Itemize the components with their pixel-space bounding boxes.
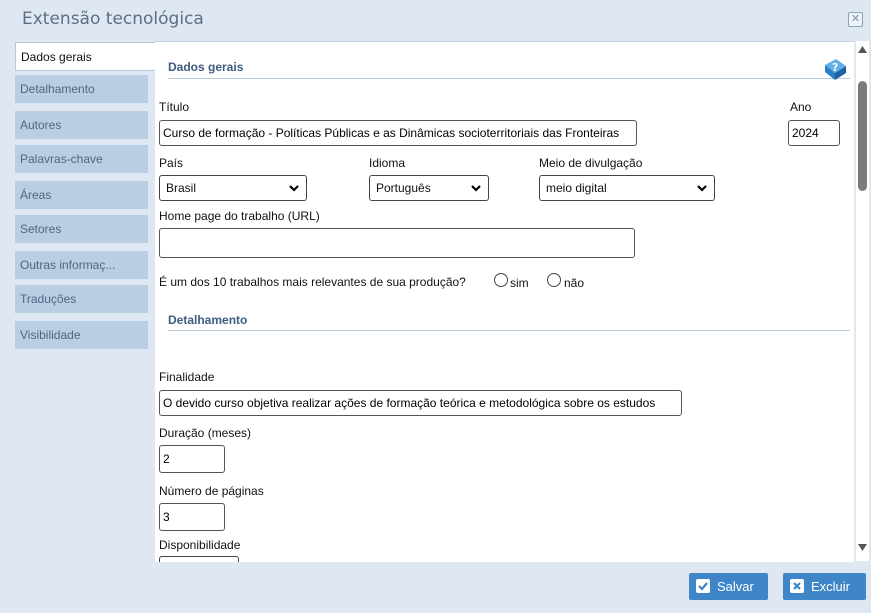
ano-input[interactable] (788, 120, 840, 146)
idioma-select[interactable]: Português (369, 175, 489, 201)
meio-divulgacao-select[interactable]: meio digital (539, 175, 715, 201)
meio-divulgacao-label: Meio de divulgação (539, 156, 643, 170)
vertical-scrollbar[interactable] (856, 41, 869, 561)
pais-selected-value: Brasil (166, 181, 197, 195)
check-icon (696, 579, 710, 593)
tab-detalhamento[interactable]: Detalhamento (15, 75, 148, 104)
form-content: Dados gerais ? Título Ano País Brasil Id… (155, 41, 854, 562)
tab-areas[interactable]: Áreas (15, 181, 148, 210)
paginas-input[interactable] (159, 503, 225, 531)
idioma-label: Idioma (369, 156, 406, 170)
delete-button[interactable]: Excluir (783, 573, 866, 600)
disponibilidade-label: Disponibilidade (159, 538, 241, 552)
chevron-down-icon (471, 185, 481, 192)
save-button[interactable]: Salvar (689, 573, 768, 600)
tab-autores[interactable]: Autores (15, 111, 148, 140)
duracao-label: Duração (meses) (159, 426, 252, 440)
chevron-down-icon (289, 185, 299, 192)
finalidade-input[interactable] (159, 390, 682, 416)
tab-outras-informacoes[interactable]: Outras informaç... (15, 251, 148, 280)
section-heading-dados-gerais: Dados gerais (168, 60, 244, 74)
finalidade-label: Finalidade (159, 370, 215, 384)
homepage-input[interactable] (159, 228, 635, 258)
idioma-selected-value: Português (376, 181, 431, 195)
pais-label: País (159, 156, 184, 170)
tab-traducoes[interactable]: Traduções (15, 285, 148, 314)
meio-divulgacao-selected-value: meio digital (546, 181, 607, 195)
scroll-up-icon[interactable] (857, 45, 868, 54)
tab-setores[interactable]: Setores (15, 215, 148, 244)
sim-radio[interactable] (494, 273, 508, 287)
tab-list: Dados gerais Detalhamento Autores Palavr… (12, 41, 156, 561)
scrollbar-thumb[interactable] (858, 81, 867, 191)
delete-button-label: Excluir (811, 579, 851, 594)
close-icon[interactable]: ✕ (848, 12, 863, 27)
section-divider (168, 330, 850, 331)
delete-x-icon (790, 579, 804, 593)
help-icon[interactable]: ? (822, 56, 848, 82)
svg-text:?: ? (832, 61, 838, 74)
tab-dados-gerais[interactable]: Dados gerais (15, 42, 156, 71)
ano-label: Ano (790, 100, 812, 114)
titulo-input[interactable] (159, 120, 637, 146)
footer-bar: Salvar Excluir (0, 562, 871, 613)
nao-radio[interactable] (547, 273, 561, 287)
window-title: Extensão tecnológica (22, 9, 204, 29)
tab-palavras-chave[interactable]: Palavras-chave (15, 145, 148, 174)
paginas-label: Número de páginas (159, 484, 264, 498)
chevron-down-icon (697, 185, 707, 192)
relevante-question: É um dos 10 trabalhos mais relevantes de… (159, 275, 466, 289)
pais-select[interactable]: Brasil (159, 175, 307, 201)
save-button-label: Salvar (717, 579, 754, 594)
sim-label: sim (510, 276, 529, 290)
tab-visibilidade[interactable]: Visibilidade (15, 321, 148, 350)
section-divider (168, 78, 850, 79)
titulo-label: Título (159, 100, 190, 114)
homepage-label: Home page do trabalho (URL) (159, 209, 320, 223)
title-bar: Extensão tecnológica ✕ (0, 0, 871, 40)
section-heading-detalhamento: Detalhamento (168, 313, 248, 327)
duracao-input[interactable] (159, 445, 225, 473)
nao-label: não (564, 276, 585, 290)
scroll-down-icon[interactable] (857, 543, 868, 552)
